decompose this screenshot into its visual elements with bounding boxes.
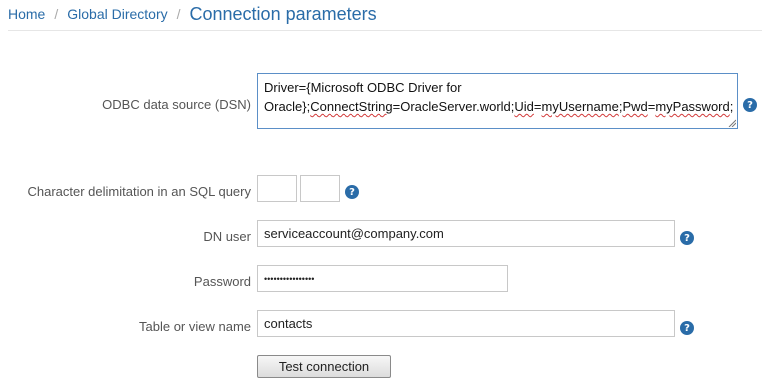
char-delim-open-input[interactable] bbox=[257, 175, 297, 202]
help-icon[interactable]: ? bbox=[680, 321, 694, 335]
breadcrumb-separator: / bbox=[176, 6, 181, 22]
breadcrumb-global-directory-link[interactable]: Global Directory bbox=[67, 6, 167, 22]
dn-user-label: DN user bbox=[203, 229, 251, 244]
dsn-value-line1: Driver={Microsoft ODBC Driver for bbox=[264, 80, 462, 95]
help-icon[interactable]: ? bbox=[743, 98, 757, 112]
breadcrumb: Home / Global Directory / Connection par… bbox=[8, 0, 377, 28]
dsn-value-line2: Oracle};ConnectString=OracleServer.world… bbox=[264, 99, 734, 114]
breadcrumb-separator: / bbox=[54, 6, 59, 22]
dsn-label: ODBC data source (DSN) bbox=[102, 97, 251, 112]
char-delim-label: Character delimitation in an SQL query bbox=[27, 184, 251, 199]
breadcrumb-home-link[interactable]: Home bbox=[8, 6, 45, 22]
page-title: Connection parameters bbox=[189, 3, 377, 24]
test-connection-button[interactable]: Test connection bbox=[257, 355, 391, 378]
help-icon[interactable]: ? bbox=[345, 185, 359, 199]
header-divider bbox=[8, 30, 762, 31]
help-icon[interactable]: ? bbox=[680, 231, 694, 245]
table-name-label: Table or view name bbox=[139, 319, 251, 334]
dsn-textarea[interactable]: Driver={Microsoft ODBC Driver for Oracle… bbox=[257, 73, 738, 129]
password-label: Password bbox=[193, 274, 251, 289]
char-delim-close-input[interactable] bbox=[300, 175, 340, 202]
dn-user-input[interactable]: serviceaccount@company.com bbox=[257, 220, 675, 247]
password-input[interactable]: •••••••••••••••• bbox=[257, 265, 508, 292]
table-name-input[interactable]: contacts bbox=[257, 310, 675, 337]
resize-handle-icon[interactable] bbox=[728, 119, 736, 127]
